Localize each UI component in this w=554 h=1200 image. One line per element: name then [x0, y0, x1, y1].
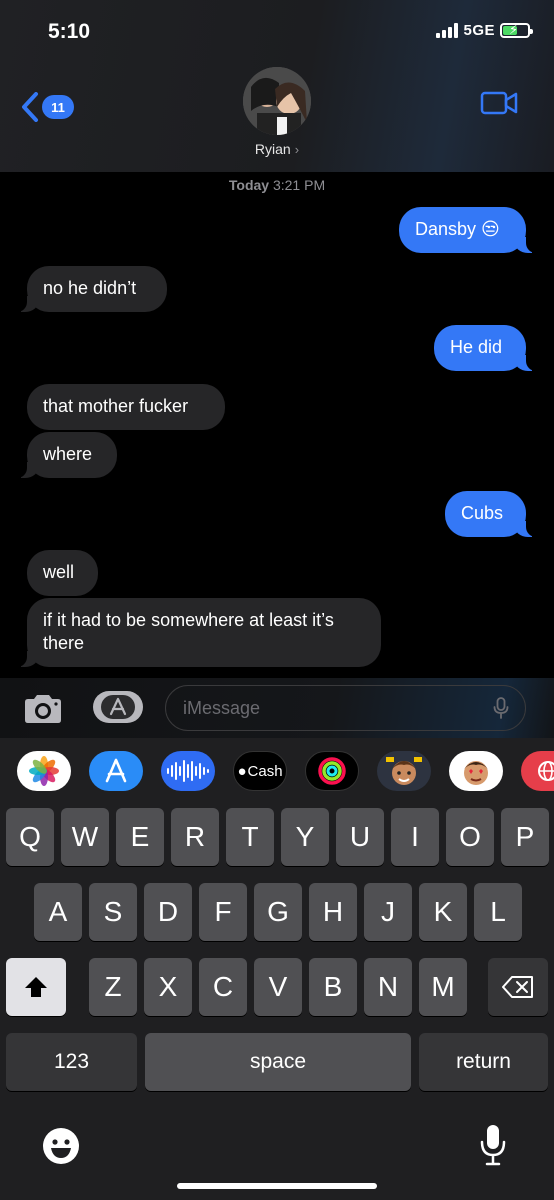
key-b[interactable]: B [309, 958, 357, 1016]
chevron-left-icon [20, 92, 40, 122]
key-r[interactable]: R [171, 808, 219, 866]
contact-name: Ryian [254, 141, 291, 157]
contact-avatar[interactable] [243, 67, 311, 135]
key-i[interactable]: I [391, 808, 439, 866]
timestamp-time: 3:21 PM [272, 177, 326, 193]
activity-rings-icon [318, 757, 346, 785]
app-store-icon [105, 758, 127, 783]
audio-message-button[interactable] [493, 697, 509, 724]
imessage-input[interactable] [165, 685, 526, 731]
apple-logo-icon: ● [237, 762, 247, 780]
key-f[interactable]: F [199, 883, 247, 941]
outgoing-message[interactable]: Dansby 😒 [399, 207, 538, 253]
battery-icon: ⚡ [500, 22, 533, 38]
app-drawer-row: ● Cash [0, 738, 554, 806]
key-p[interactable]: P [501, 808, 549, 866]
incoming-message[interactable]: that mother fucker [27, 384, 225, 430]
key-k[interactable]: K [419, 883, 467, 941]
memoji-stickers-app[interactable] [449, 751, 503, 791]
incoming-message[interactable]: well [27, 550, 98, 596]
incoming-message[interactable]: where [15, 432, 117, 478]
home-indicator[interactable] [177, 1183, 377, 1189]
app-drawer-button[interactable] [93, 691, 143, 723]
globe-icon [538, 761, 554, 781]
key-c[interactable]: C [199, 958, 247, 1016]
shift-arrow-icon [25, 977, 47, 997]
network-type: 5GE [463, 22, 495, 39]
key-o[interactable]: O [446, 808, 494, 866]
key-v[interactable]: V [254, 958, 302, 1016]
heart-eyes-memoji-icon [464, 761, 488, 785]
web-images-app[interactable] [521, 751, 554, 791]
key-t[interactable]: T [226, 808, 274, 866]
key-g[interactable]: G [254, 883, 302, 941]
numbers-key[interactable]: 123 [6, 1033, 137, 1091]
outgoing-message[interactable]: He did [434, 325, 538, 371]
apple-cash-app[interactable]: ● Cash [233, 751, 287, 791]
delete-key[interactable] [488, 958, 548, 1016]
key-h[interactable]: H [309, 883, 357, 941]
key-d[interactable]: D [144, 883, 192, 941]
key-n[interactable]: N [364, 958, 412, 1016]
app-store-app[interactable] [89, 751, 143, 791]
keyboard: ● Cash Q W E R T Y U I O P A S D F G H J… [0, 738, 554, 1200]
emoji-icon [43, 1128, 79, 1164]
key-y[interactable]: Y [281, 808, 329, 866]
conversation-header: 5:10 5GE ⚡ 11 Ryian › [0, 0, 554, 172]
key-e[interactable]: E [116, 808, 164, 866]
dictation-button[interactable] [480, 1124, 506, 1171]
photos-icon [29, 756, 59, 786]
waveform-icon [167, 760, 209, 782]
key-a[interactable]: A [34, 883, 82, 941]
cash-label: Cash [247, 762, 283, 780]
video-camera-icon [480, 91, 518, 115]
timestamp-day: Today [228, 177, 270, 193]
microphone-icon [493, 697, 509, 719]
backspace-icon [502, 976, 533, 998]
key-j[interactable]: J [364, 883, 412, 941]
return-key[interactable]: return [419, 1033, 548, 1091]
outgoing-message[interactable]: Cubs [445, 491, 538, 537]
key-z[interactable]: Z [89, 958, 137, 1016]
back-button[interactable]: 11 [20, 92, 74, 122]
memoji-app[interactable] [377, 751, 431, 791]
shift-key[interactable] [6, 958, 66, 1016]
chevron-right-icon: › [294, 142, 300, 157]
incoming-message[interactable]: no he didn’t [15, 266, 167, 312]
key-m[interactable]: M [419, 958, 467, 1016]
emoji-keyboard-button[interactable] [42, 1127, 80, 1170]
facetime-video-button[interactable] [480, 90, 518, 121]
photos-app[interactable] [17, 751, 71, 791]
activity-app[interactable] [305, 751, 359, 791]
signal-icon [436, 23, 459, 38]
key-q[interactable]: Q [6, 808, 54, 866]
unread-count-badge: 11 [42, 95, 74, 119]
app-store-icon [109, 697, 127, 716]
message-timestamp: Today 3:21 PM [0, 177, 554, 193]
key-w[interactable]: W [61, 808, 109, 866]
key-u[interactable]: U [336, 808, 384, 866]
microphone-icon [480, 1125, 506, 1166]
status-icons: 5GE ⚡ [436, 22, 533, 39]
space-key[interactable]: space [145, 1033, 411, 1091]
key-l[interactable]: L [474, 883, 522, 941]
contact-name-button[interactable]: Ryian › [0, 141, 554, 157]
memoji-icon [386, 757, 422, 785]
camera-icon [25, 695, 61, 723]
audio-app[interactable] [161, 751, 215, 791]
status-time: 5:10 [48, 20, 91, 43]
camera-button[interactable] [22, 694, 64, 729]
key-s[interactable]: S [89, 883, 137, 941]
incoming-message[interactable]: if it had to be somewhere at least it’s … [15, 598, 381, 667]
key-x[interactable]: X [144, 958, 192, 1016]
